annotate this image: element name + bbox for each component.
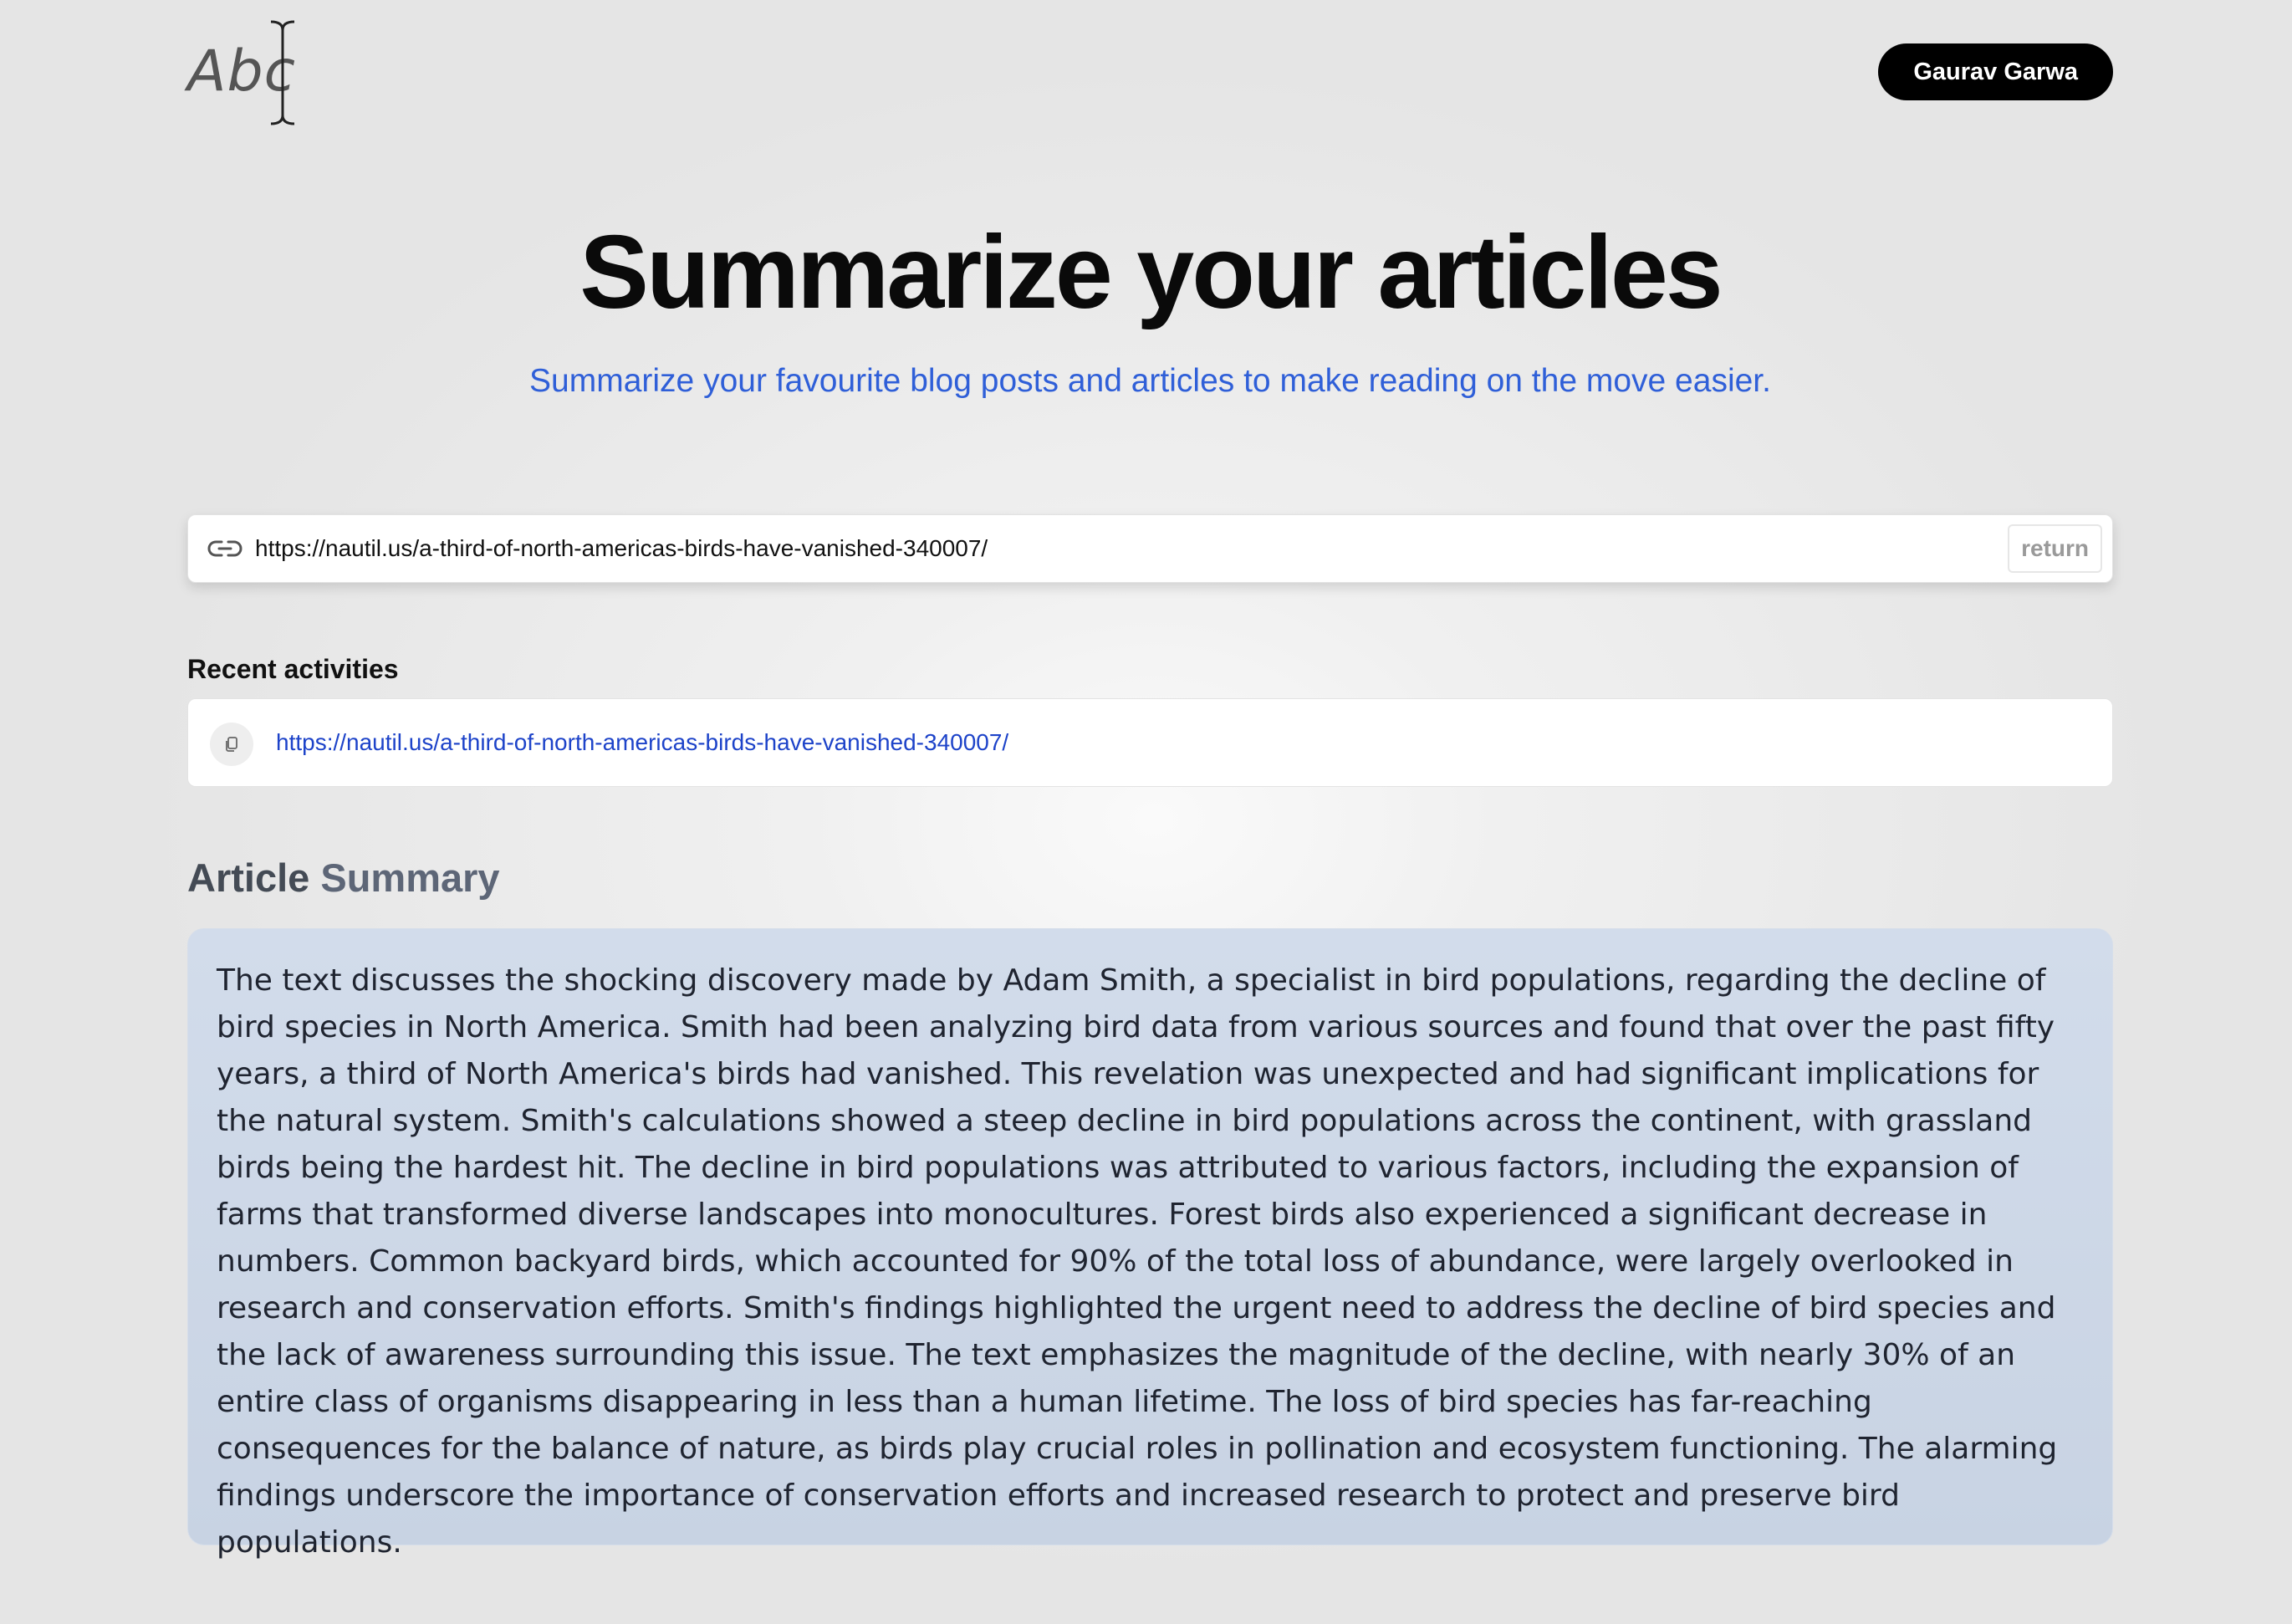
- logo[interactable]: Abc: [187, 17, 304, 134]
- text-cursor-icon: [270, 20, 295, 125]
- summary-heading: Article Summary: [187, 855, 500, 901]
- top-bar: Abc Gaurav Garwa: [187, 17, 2113, 134]
- summary-heading-word-article: Article: [187, 855, 310, 900]
- copy-button[interactable]: [210, 723, 253, 766]
- user-profile-button[interactable]: Gaurav Garwa: [1878, 43, 2113, 100]
- link-icon: [207, 540, 242, 557]
- copy-icon: [226, 737, 237, 752]
- page: Abc Gaurav Garwa Summarize your articles…: [187, 0, 2113, 1624]
- url-form: return: [187, 514, 2113, 583]
- submit-button[interactable]: return: [2008, 524, 2102, 573]
- summary-box: The text discusses the shocking discover…: [187, 928, 2113, 1560]
- page-subtitle: Summarize your favourite blog posts and …: [529, 363, 1771, 399]
- history-item[interactable]: https://nautil.us/a-third-of-north-ameri…: [187, 698, 2113, 787]
- summary-heading-word-summary: Summary: [320, 855, 500, 900]
- summary-text: The text discusses the shocking discover…: [217, 963, 2058, 1560]
- page-title: Summarize your articles: [579, 215, 1723, 330]
- recent-activities-title: Recent activities: [187, 654, 399, 684]
- history-item-link[interactable]: https://nautil.us/a-third-of-north-ameri…: [276, 729, 1008, 756]
- url-input[interactable]: [255, 523, 1927, 574]
